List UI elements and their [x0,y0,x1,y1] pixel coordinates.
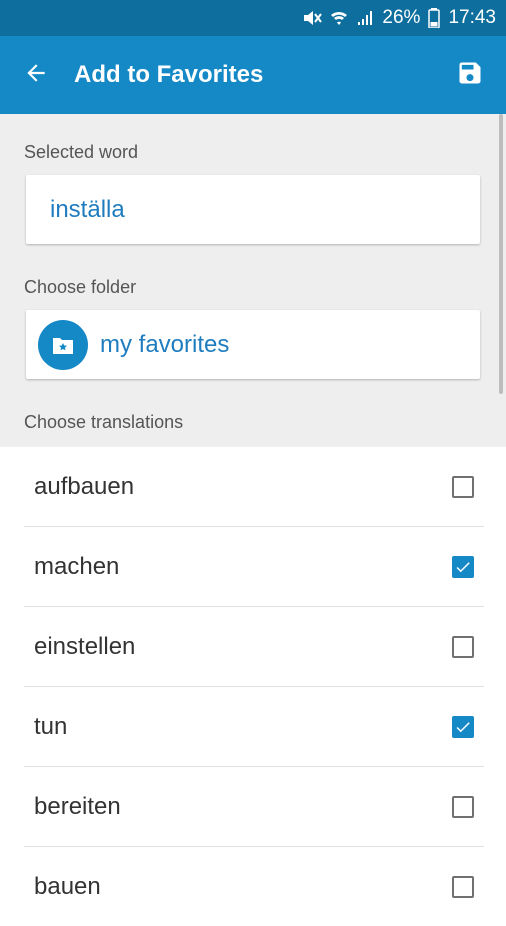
translation-row[interactable]: bauen [24,847,484,926]
save-button[interactable] [434,36,506,114]
signal-icon [356,9,374,27]
page-title: Add to Favorites [74,61,264,88]
translation-label: einstellen [34,632,136,660]
translation-label: machen [34,552,120,580]
back-button[interactable] [0,36,72,114]
selected-word-label: Selected word [24,142,139,162]
selected-word-field: inställa [26,175,480,244]
translation-label: bauen [34,872,101,900]
arrow-back-icon [23,60,49,91]
translation-row[interactable]: tun [24,687,484,767]
folder-name: my favorites [100,330,230,358]
translation-label: tun [34,712,68,740]
choose-translations-label: Choose translations [24,412,184,432]
translation-list: aufbauen machen einstellen tun bereiten bauen [0,447,506,926]
mute-icon [302,9,323,27]
status-time: 17:43 [448,7,496,28]
status-bar: 26% 17:43 [0,0,506,36]
checkmark-icon [456,721,470,732]
folder-star-icon [38,319,88,370]
wifi-icon [330,9,348,27]
translation-checkbox[interactable] [452,795,474,818]
app-bar: Add to Favorites [0,36,506,114]
translation-checkbox[interactable] [452,715,474,738]
translation-label: bereiten [34,792,121,820]
translation-row[interactable]: aufbauen [24,447,484,527]
translation-checkbox[interactable] [452,635,474,658]
top-section: Selected word inställa Choose folder my … [0,114,506,447]
translation-row[interactable]: einstellen [24,607,484,687]
checkmark-icon [456,561,470,572]
translation-checkbox[interactable] [452,555,474,578]
folder-selector[interactable]: my favorites [26,310,480,379]
battery-percent: 26% [382,7,421,28]
translation-row[interactable]: machen [24,527,484,607]
translation-checkbox[interactable] [452,875,474,898]
selected-word-value: inställa [50,195,125,223]
translation-row[interactable]: bereiten [24,767,484,847]
translation-checkbox[interactable] [452,475,474,498]
save-icon [456,59,484,92]
translation-label: aufbauen [34,472,135,500]
choose-folder-label: Choose folder [24,277,137,297]
scrollbar[interactable] [499,114,503,394]
battery-icon [428,8,441,28]
